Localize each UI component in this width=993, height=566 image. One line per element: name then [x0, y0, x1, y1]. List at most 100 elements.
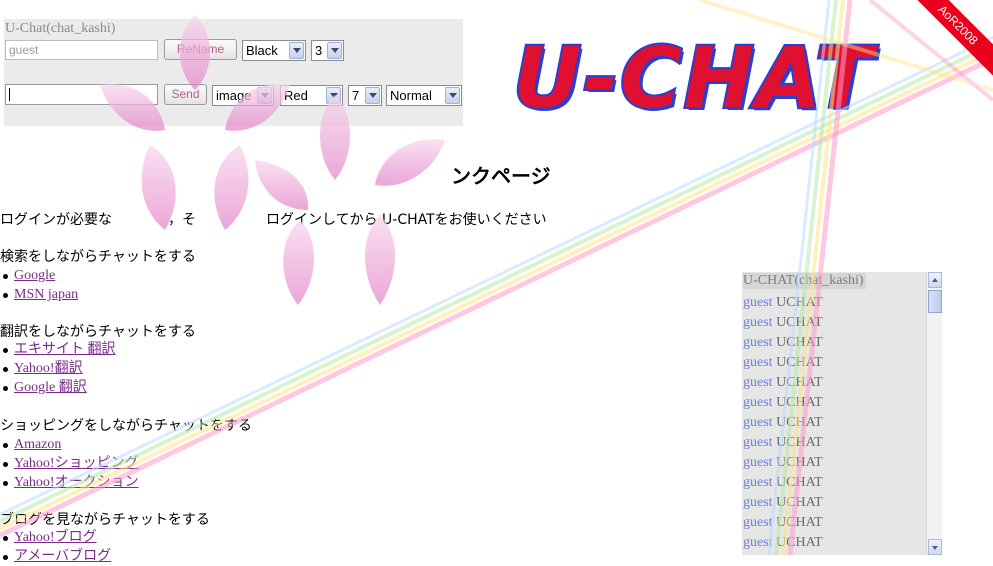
chevron-down-icon — [257, 87, 272, 104]
name-size-select[interactable]: 3 — [311, 40, 344, 61]
section-title-search: 検索をしながらチャットをする — [0, 249, 196, 265]
image-select[interactable]: image — [212, 85, 274, 106]
list-item: アメーバブログ — [0, 547, 111, 566]
list-item: Google 翻訳 — [0, 378, 116, 397]
link-yahoo-shopping[interactable]: Yahoo!ショッピング — [14, 456, 139, 471]
log-username: guest — [743, 475, 773, 490]
log-username: guest — [743, 375, 773, 390]
log-username: guest — [743, 495, 773, 510]
name-input[interactable]: guest — [5, 40, 158, 60]
page-title: ンクページ — [451, 164, 551, 188]
list-item: Yahoo!翻訳 — [0, 359, 116, 378]
link-list-shopping: Amazon Yahoo!ショッピング Yahoo!オークション — [0, 435, 139, 492]
name-color-value: Black — [246, 43, 278, 58]
log-username: guest — [743, 535, 773, 550]
log-message: UCHAT — [776, 435, 823, 450]
chevron-down-icon — [327, 42, 342, 59]
link-amazon[interactable]: Amazon — [14, 437, 61, 452]
chat-log-line: guest UCHAT — [743, 493, 823, 513]
list-item: Google — [0, 266, 78, 285]
scroll-thumb[interactable] — [928, 290, 942, 313]
link-google-translate[interactable]: Google 翻訳 — [14, 380, 87, 395]
chat-log-panel[interactable]: U-CHAT(chat_kashi) guest UCHAT guest UCHA… — [742, 272, 942, 555]
corner-ribbon: AoR2008 — [904, 0, 993, 79]
chat-log-line: guest UCHAT — [743, 413, 823, 433]
chat-log-line: guest UCHAT — [743, 393, 823, 413]
link-yahoo-translate[interactable]: Yahoo!翻訳 — [14, 361, 83, 376]
log-message: UCHAT — [776, 535, 823, 550]
link-excite-translate[interactable]: エキサイト 翻訳 — [14, 342, 116, 357]
chat-control-panel: U-Chat(chat_kashi) guest ReName Black 3 … — [4, 19, 463, 126]
chat-log-line: guest UCHAT — [743, 333, 823, 353]
chat-log-line: guest UCHAT — [743, 533, 823, 553]
chevron-down-icon — [365, 87, 380, 104]
log-message: UCHAT — [776, 295, 823, 310]
log-message: UCHAT — [776, 515, 823, 530]
log-title: U-CHAT(chat_kashi) — [743, 273, 866, 289]
chevron-down-icon — [445, 87, 460, 104]
chat-log-list: guest UCHAT guest UCHAT guest UCHAT guest U… — [743, 293, 823, 553]
log-username: guest — [743, 455, 773, 470]
message-color-value: Red — [284, 88, 308, 103]
link-ameba-blog[interactable]: アメーバブログ — [14, 549, 111, 564]
log-message: UCHAT — [776, 355, 823, 370]
log-message: UCHAT — [776, 395, 823, 410]
log-scrollbar[interactable] — [926, 272, 942, 555]
log-message: UCHAT — [776, 415, 823, 430]
log-message: UCHAT — [776, 495, 823, 510]
link-yahoo-blog[interactable]: Yahoo!ブログ — [14, 530, 97, 545]
section-title-translate: 翻訳をしながらチャットをする — [0, 324, 196, 340]
log-username: guest — [743, 335, 773, 350]
chat-log-line: guest UCHAT — [743, 373, 823, 393]
message-size-value: 7 — [352, 88, 360, 103]
scroll-down-icon[interactable] — [928, 539, 942, 555]
message-weight-value: Normal — [390, 88, 432, 103]
uchat-logo: U-CHAT — [511, 27, 875, 129]
log-username: guest — [743, 435, 773, 450]
list-item: MSN japan — [0, 285, 78, 304]
chat-log-line: guest UCHAT — [743, 293, 823, 313]
name-color-select[interactable]: Black — [242, 40, 306, 61]
log-username: guest — [743, 395, 773, 410]
rename-button[interactable]: ReName — [164, 39, 237, 60]
log-message: UCHAT — [776, 475, 823, 490]
list-item: Amazon — [0, 435, 139, 454]
link-list-blog: Yahoo!ブログ アメーバブログ — [0, 528, 111, 566]
link-yahoo-auction[interactable]: Yahoo!オークション — [14, 475, 139, 490]
chat-log-line: guest UCHAT — [743, 453, 823, 473]
message-size-select[interactable]: 7 — [348, 85, 382, 106]
log-message: UCHAT — [776, 455, 823, 470]
log-username: guest — [743, 515, 773, 530]
log-username: guest — [743, 415, 773, 430]
log-username: guest — [743, 295, 773, 310]
send-button[interactable]: Send — [164, 84, 207, 105]
link-msn-japan[interactable]: MSN japan — [14, 287, 78, 302]
message-input[interactable] — [5, 84, 158, 105]
chevron-down-icon — [326, 87, 341, 104]
panel-title: U-Chat(chat_kashi) — [5, 21, 116, 36]
list-item: Yahoo!ショッピング — [0, 454, 139, 473]
section-title-shopping: ショッピングをしながらチャットをする — [0, 418, 252, 434]
log-message: UCHAT — [776, 375, 823, 390]
list-item: エキサイト 翻訳 — [0, 340, 116, 359]
text-caret — [9, 88, 10, 101]
list-item: Yahoo!オークション — [0, 473, 139, 492]
chat-log-line: guest UCHAT — [743, 433, 823, 453]
link-list-translate: エキサイト 翻訳 Yahoo!翻訳 Google 翻訳 — [0, 340, 116, 397]
log-username: guest — [743, 315, 773, 330]
log-username: guest — [743, 355, 773, 370]
link-google[interactable]: Google — [14, 268, 55, 283]
chat-log-line: guest UCHAT — [743, 513, 823, 533]
message-color-select[interactable]: Red — [280, 85, 343, 106]
name-size-value: 3 — [315, 43, 323, 58]
link-list-search: Google MSN japan — [0, 266, 78, 304]
scroll-up-icon[interactable] — [928, 272, 942, 288]
chat-log-line: guest UCHAT — [743, 313, 823, 333]
chat-log-line: guest UCHAT — [743, 353, 823, 373]
message-weight-select[interactable]: Normal — [386, 85, 462, 106]
image-select-value: image — [216, 88, 252, 103]
log-message: UCHAT — [776, 315, 823, 330]
intro-text: ログインが必要な ，そ ログインしてから U-CHATをお使いください — [0, 212, 547, 228]
log-message: UCHAT — [776, 335, 823, 350]
chat-log-line: guest UCHAT — [743, 473, 823, 493]
